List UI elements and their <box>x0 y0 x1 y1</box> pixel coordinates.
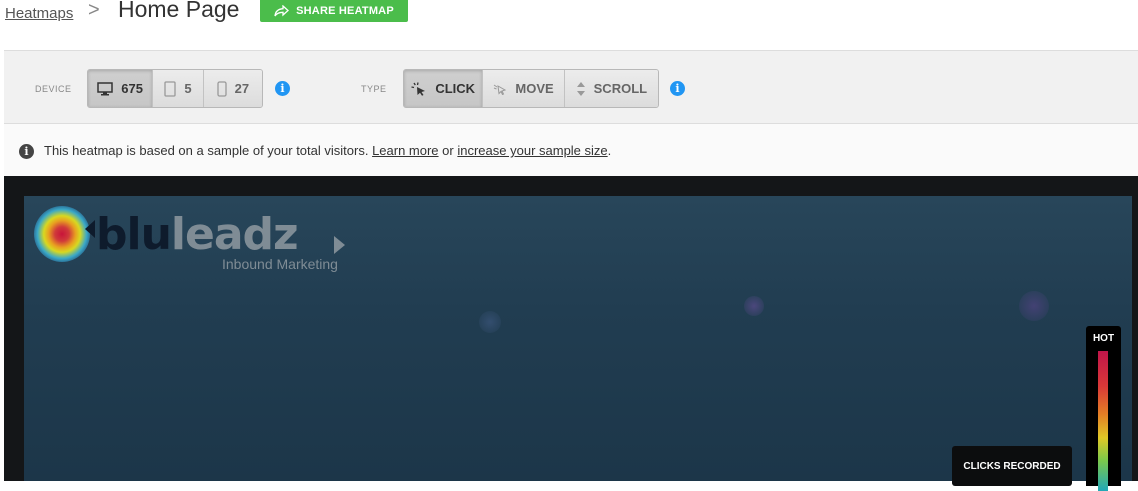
type-info-icon[interactable]: i <box>670 81 685 96</box>
header: Heatmaps > Home Page SHARE HEATMAP <box>0 0 1138 36</box>
phone-icon <box>216 80 227 97</box>
click-hotspot <box>479 311 501 333</box>
clicks-recorded-label: CLICKS RECORDED <box>963 461 1061 472</box>
click-hotspot <box>744 296 764 316</box>
increase-sample-link[interactable]: increase your sample size <box>457 143 607 158</box>
breadcrumb-separator: > <box>88 0 100 21</box>
desktop-icon <box>97 81 114 95</box>
device-label: DEVICE <box>35 84 72 94</box>
type-click-label: CLICK <box>435 81 476 96</box>
learn-more-link[interactable]: Learn more <box>372 143 438 158</box>
device-phone-button[interactable]: 27 <box>203 70 262 107</box>
notice-period: . <box>607 143 612 158</box>
heat-legend: HOT <box>1086 326 1121 491</box>
info-icon: i <box>19 144 34 159</box>
type-scroll-label: SCROLL <box>593 81 648 96</box>
breadcrumb-heatmaps[interactable]: Heatmaps <box>5 5 73 22</box>
device-desktop-button[interactable]: 675 <box>88 70 154 107</box>
notice-text: This heatmap is based on a sample of you… <box>44 143 611 158</box>
sample-notice: i This heatmap is based on a sample of y… <box>4 124 1138 176</box>
device-desktop-count: 675 <box>121 81 143 96</box>
device-info-icon[interactable]: i <box>275 81 290 96</box>
filter-toolbar: DEVICE 675 5 27 i TYPE CLICK MOVE SCROLL… <box>4 50 1138 124</box>
site-logo: bluleadz <box>96 213 299 257</box>
type-move-label: MOVE <box>515 81 554 96</box>
logo-arrow-right-icon <box>334 236 345 254</box>
notice-or: or <box>442 143 454 158</box>
tablet-icon <box>164 80 176 97</box>
legend-hot-label: HOT <box>1092 333 1115 344</box>
device-phone-count: 27 <box>234 81 250 96</box>
type-click-button[interactable]: CLICK <box>404 70 484 107</box>
logo-tagline: Inbound Marketing <box>222 256 338 272</box>
logo-arrow-left-icon <box>85 220 95 238</box>
device-selector: 675 5 27 <box>87 69 263 108</box>
type-label: TYPE <box>361 84 387 94</box>
share-heatmap-button[interactable]: SHARE HEATMAP <box>260 0 408 22</box>
notice-text-body: This heatmap is based on a sample of you… <box>44 143 369 158</box>
move-icon <box>494 84 507 95</box>
device-tablet-button[interactable]: 5 <box>153 70 204 107</box>
share-label: SHARE HEATMAP <box>296 4 394 17</box>
clicks-recorded-panel: CLICKS RECORDED <box>952 446 1072 486</box>
type-move-button[interactable]: MOVE <box>483 70 565 107</box>
click-hotspot-logo <box>34 206 90 262</box>
logo-part-leadz: leadz <box>170 209 299 260</box>
scroll-icon <box>576 81 585 96</box>
logo-part-blu: blu <box>96 209 172 260</box>
type-selector: CLICK MOVE SCROLL <box>403 69 659 108</box>
device-tablet-count: 5 <box>184 81 192 96</box>
share-icon <box>274 4 290 16</box>
click-hotspot <box>1019 291 1049 321</box>
click-icon <box>411 81 426 96</box>
legend-gradient-bar <box>1098 351 1108 491</box>
type-scroll-button[interactable]: SCROLL <box>564 70 658 107</box>
page-title: Home Page <box>118 0 240 22</box>
